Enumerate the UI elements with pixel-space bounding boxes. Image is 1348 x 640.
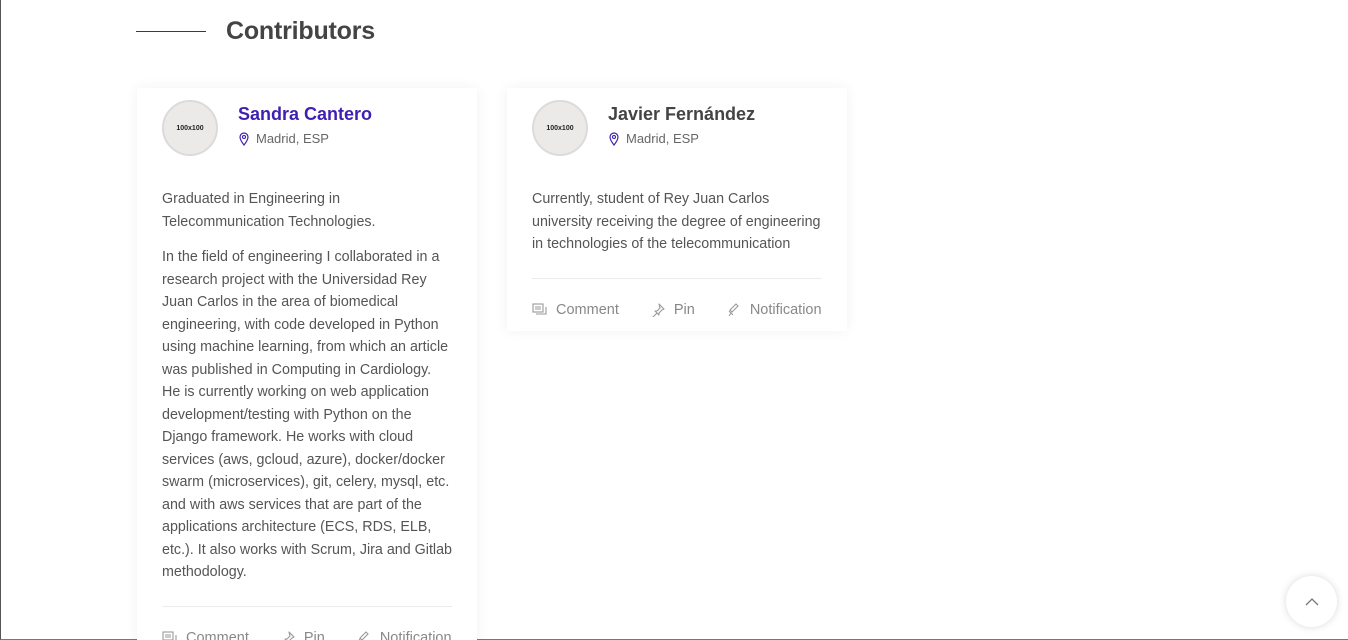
bio-paragraph: In the field of engineering I collaborat… — [162, 249, 453, 580]
contributor-location: Madrid, ESP — [238, 131, 372, 146]
comment-label: Comment — [186, 629, 249, 640]
notification-label: Notification — [379, 629, 452, 640]
pushpin-icon — [284, 630, 295, 640]
notification-label: Notification — [749, 301, 822, 318]
pin-label: Pin — [673, 301, 695, 318]
comment-button[interactable]: Comment — [532, 302, 619, 318]
pin-button[interactable]: Pin — [651, 302, 695, 318]
bio-paragraph: Currently, student of Rey Juan Carlos un… — [532, 191, 821, 252]
location-text: Madrid, ESP — [256, 131, 329, 146]
card-actions: Comment Pin Notification — [532, 279, 822, 341]
section-title: Contributors — [226, 17, 375, 45]
map-pin-icon — [609, 131, 619, 146]
contributor-card: 100x100 Javier Fernández Madrid, ESP Cur… — [507, 88, 847, 331]
bell-icon — [728, 302, 739, 316]
contributor-bio: Graduated in Engineering in Telecommunic… — [162, 188, 452, 584]
contributor-header: 100x100 Javier Fernández Madrid, ESP — [532, 100, 822, 168]
comment-label: Comment — [556, 301, 619, 318]
contributor-location: Madrid, ESP — [608, 131, 755, 146]
bell-icon — [358, 630, 369, 640]
contributor-card: 100x100 Sandra Cantero Madrid, ESP Gradu… — [137, 88, 477, 640]
avatar: 100x100 — [532, 100, 588, 156]
comment-button[interactable]: Comment — [162, 630, 249, 640]
map-pin-icon — [239, 131, 249, 146]
contributor-name[interactable]: Javier Fernández — [608, 104, 755, 125]
chevron-up-icon — [1305, 597, 1318, 605]
notification-button[interactable]: Notification — [357, 630, 452, 640]
contributor-bio: Currently, student of Rey Juan Carlos un… — [532, 188, 822, 256]
section-heading: Contributors — [136, 17, 375, 46]
pushpin-icon — [652, 302, 665, 317]
bio-paragraph: Graduated in Engineering in Telecommunic… — [162, 191, 376, 230]
avatar: 100x100 — [162, 100, 218, 156]
notification-button[interactable]: Notification — [727, 302, 822, 318]
contributor-header: 100x100 Sandra Cantero Madrid, ESP — [162, 100, 452, 168]
location-text: Madrid, ESP — [626, 131, 699, 146]
card-actions: Comment Pin Notification — [162, 607, 452, 640]
comment-icon — [162, 631, 177, 640]
pin-button[interactable]: Pin — [281, 630, 325, 640]
comment-icon — [532, 303, 547, 315]
pin-label: Pin — [303, 629, 325, 640]
contributor-name-link[interactable]: Sandra Cantero — [238, 104, 372, 125]
heading-divider — [136, 31, 206, 32]
scroll-to-top-button[interactable] — [1286, 576, 1337, 627]
